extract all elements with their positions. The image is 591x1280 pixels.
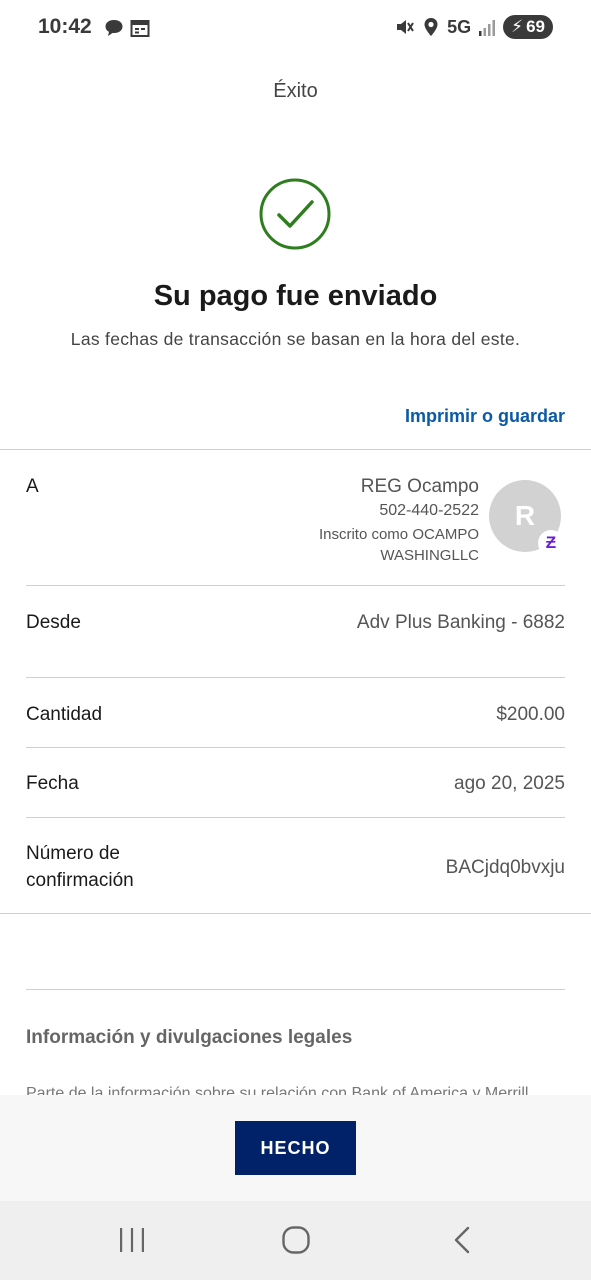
success-subtitle: Las fechas de transacción se basan en la… [70,329,521,349]
divider [0,449,591,450]
confirmation-content[interactable]: Su pago fue enviado Las fechas de transa… [0,140,591,1095]
confirmation-label-line2: confirmación [26,870,134,891]
home-icon[interactable] [281,1225,311,1255]
divider [26,817,565,818]
network-type: 5G [447,16,472,37]
from-account-value: Adv Plus Banking - 6882 [356,612,565,633]
recipient-enrolled-as: Inscrito como OCAMPO [318,526,479,543]
status-time: 10:42 [38,15,92,38]
page-title: Éxito [273,80,318,102]
calendar-icon [130,20,150,37]
print-or-save-link[interactable]: Imprimir o guardar [405,406,565,427]
amount-label: Cantidad [26,704,103,725]
recipient-phone: 502-440-2522 [379,502,479,519]
mute-icon [397,20,414,34]
recents-icon[interactable] [118,1225,146,1255]
date-value: ago 20, 2025 [454,773,565,794]
battery-bolt-icon: ⚡ [511,17,524,36]
location-icon [424,18,438,36]
done-button[interactable]: HECHO [235,1121,356,1175]
messages-icon [105,20,123,36]
check-circle-icon [259,178,331,250]
signal-icon [479,20,496,36]
battery-level: 69 [526,17,545,36]
recipient-enrolled-name: WASHINGLLC [380,547,479,564]
from-label: Desde [26,612,81,633]
recipient-name: REG Ocampo [360,476,479,497]
bottom-action-bar: HECHO [0,1095,591,1201]
back-icon[interactable] [450,1225,474,1255]
status-indicators: 5G ⚡ 69 [395,15,553,39]
battery-icon: ⚡ 69 [503,15,553,39]
status-bar: 10:42 5G ⚡ 69 [0,0,591,58]
date-label: Fecha [26,773,79,794]
zelle-glyph: Ƶ [545,533,557,552]
legal-disclosures-text: Parte de la información sobre su relació… [26,1085,529,1095]
confirmation-label-line1: Número de [26,843,120,864]
legal-disclosures-heading[interactable]: Información y divulgaciones legales [26,1027,352,1049]
page-header: Éxito [0,58,591,140]
divider [26,747,565,748]
success-title: Su pago fue enviado [153,280,438,312]
divider [26,989,565,990]
zelle-icon: Ƶ [538,530,564,556]
divider [0,913,591,914]
divider [26,585,565,586]
avatar-initial: R [514,500,536,531]
divider [26,677,565,678]
to-label: A [26,476,39,497]
navigation-bar [0,1201,591,1280]
amount-value: $200.00 [496,704,565,725]
confirmation-number-value: BACjdq0bvxju [445,857,565,878]
